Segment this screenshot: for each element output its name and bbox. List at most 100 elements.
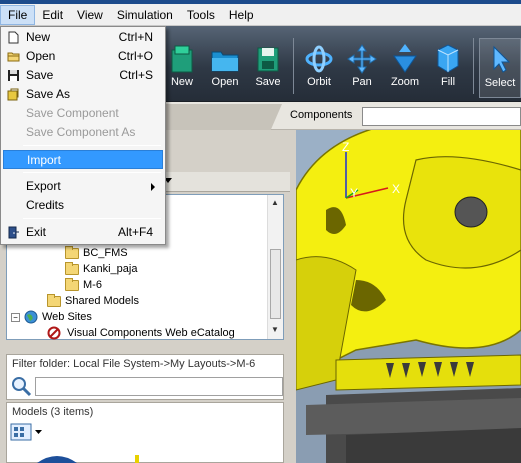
select-cursor-icon bbox=[493, 45, 511, 73]
save-disk-icon bbox=[257, 47, 279, 72]
toolbar-zoom-button[interactable]: Zoom bbox=[383, 38, 427, 98]
folder-icon bbox=[65, 261, 79, 275]
menu-item-shortcut: Ctrl+N bbox=[118, 30, 153, 44]
robot-model-render bbox=[296, 130, 521, 463]
tree-item[interactable]: − Web Sites bbox=[11, 309, 92, 325]
menu-edit[interactable]: Edit bbox=[35, 5, 70, 25]
toolbar-save-button[interactable]: Save bbox=[246, 38, 290, 98]
tree-scrollbar[interactable]: ▲ ▼ bbox=[267, 195, 283, 339]
menu-separator bbox=[23, 172, 161, 173]
toolbar-fill-button[interactable]: Fill bbox=[426, 38, 470, 98]
scroll-up-icon[interactable]: ▲ bbox=[271, 198, 279, 207]
menu-item-save[interactable]: Save Ctrl+S bbox=[3, 66, 163, 85]
toolbar-open-label: Open bbox=[211, 76, 239, 88]
toolbar-separator bbox=[293, 38, 294, 94]
blocked-icon bbox=[47, 326, 61, 340]
menu-item-label: Exit bbox=[26, 225, 47, 239]
menu-item-shortcut: Ctrl+O bbox=[117, 49, 153, 63]
toolbar-save-label: Save bbox=[255, 76, 281, 88]
tree-item-label: BC_FMS bbox=[83, 247, 128, 259]
menu-item-exit[interactable]: Exit Alt+F4 bbox=[3, 223, 163, 242]
filter-input[interactable] bbox=[35, 377, 283, 396]
toolbar-orbit-button[interactable]: Orbit bbox=[297, 38, 341, 98]
toolbar-open-button[interactable]: Open bbox=[203, 38, 247, 98]
menu-view[interactable]: View bbox=[70, 5, 110, 25]
menu-item-import[interactable]: Import bbox=[3, 150, 163, 169]
search-icon[interactable] bbox=[10, 375, 32, 397]
open-folder-icon bbox=[7, 52, 20, 62]
menu-item-export[interactable]: Export bbox=[3, 177, 163, 196]
3d-viewport[interactable]: Z Y X bbox=[296, 130, 521, 463]
scroll-down-icon[interactable]: ▼ bbox=[271, 325, 279, 334]
scrollbar-thumb[interactable] bbox=[270, 249, 281, 319]
file-menu-dropdown: New Ctrl+N Open Ctrl+O Save Ctrl+S Save … bbox=[0, 26, 166, 245]
menu-item-save-component[interactable]: Save Component bbox=[3, 104, 163, 123]
menu-simulation[interactable]: Simulation bbox=[110, 5, 180, 25]
menu-separator bbox=[23, 145, 161, 146]
tree-item[interactable]: Visual Components Web eCatalog bbox=[47, 325, 235, 341]
tree-item-label: Shared Models bbox=[65, 295, 139, 307]
toolbar-new-label: New bbox=[170, 76, 193, 88]
axis-y-label: Y bbox=[350, 186, 359, 200]
toolbar-new-button[interactable]: New bbox=[160, 38, 204, 98]
tree-item[interactable]: BC_FMS bbox=[65, 245, 128, 261]
menu-item-open[interactable]: Open Ctrl+O bbox=[3, 47, 163, 66]
toolbar-separator bbox=[473, 38, 474, 94]
filter-folder-label: Filter folder: Local File System->My Lay… bbox=[12, 358, 256, 370]
menu-help[interactable]: Help bbox=[222, 5, 261, 25]
menu-bar: File Edit View Simulation Tools Help bbox=[0, 4, 521, 26]
toolbar-fill-label: Fill bbox=[440, 76, 456, 88]
toolbar-pan-button[interactable]: Pan bbox=[340, 38, 384, 98]
menu-item-label: Import bbox=[27, 153, 62, 167]
model-thumbnail-icon bbox=[37, 455, 139, 463]
menu-item-label: Credits bbox=[26, 198, 65, 212]
toolbar-select-label: Select bbox=[484, 77, 516, 89]
menu-file[interactable]: File bbox=[0, 4, 36, 25]
toolbar-zoom-label: Zoom bbox=[390, 76, 420, 88]
tree-item-label: Visual Components Web eCatalog bbox=[67, 327, 235, 339]
menu-item-save-as[interactable]: Save As bbox=[3, 85, 163, 104]
floppy-disk-icon bbox=[8, 70, 19, 81]
save-as-icon bbox=[7, 88, 19, 101]
tree-item[interactable]: Kanki_paja bbox=[65, 261, 137, 277]
globe-icon bbox=[24, 310, 38, 324]
components-search-input[interactable] bbox=[362, 107, 521, 126]
folder-icon bbox=[65, 245, 79, 259]
axis-z-label: Z bbox=[342, 140, 350, 154]
folder-icon bbox=[65, 277, 79, 291]
folder-icon bbox=[47, 293, 61, 307]
new-layout-icon bbox=[171, 45, 193, 73]
menu-item-new[interactable]: New Ctrl+N bbox=[3, 28, 163, 47]
menu-item-label: Open bbox=[26, 49, 56, 63]
axis-x-label: X bbox=[392, 182, 401, 196]
fill-icon bbox=[437, 44, 459, 73]
menu-tools[interactable]: Tools bbox=[180, 5, 222, 25]
view-mode-icon[interactable] bbox=[10, 423, 44, 441]
tree-item[interactable]: M-6 bbox=[65, 277, 102, 293]
menu-item-shortcut: Alt+F4 bbox=[117, 225, 153, 239]
models-count-label: Models (3 items) bbox=[12, 406, 94, 418]
menu-item-credits[interactable]: Credits bbox=[3, 196, 163, 215]
toolbar-pan-label: Pan bbox=[352, 76, 372, 88]
toolbar-orbit-label: Orbit bbox=[307, 76, 331, 88]
open-folder-icon bbox=[211, 51, 239, 72]
menu-item-label: Save Component As bbox=[26, 125, 136, 139]
tree-item-label: Web Sites bbox=[42, 311, 92, 323]
components-label: Components bbox=[290, 109, 353, 121]
menu-item-label: Save Component bbox=[26, 106, 119, 120]
models-panel: Models (3 items) bbox=[6, 402, 284, 463]
toolbar-select-button[interactable]: Select bbox=[479, 38, 521, 98]
filter-panel: Filter folder: Local File System->My Lay… bbox=[6, 354, 284, 400]
tree-item[interactable]: Shared Models bbox=[47, 293, 139, 309]
menu-item-label: Save As bbox=[26, 87, 71, 101]
new-file-icon bbox=[8, 31, 19, 44]
menu-item-save-component-as[interactable]: Save Component As bbox=[3, 123, 163, 142]
tree-item-label: Kanki_paja bbox=[83, 263, 138, 275]
menu-item-label: Export bbox=[26, 179, 61, 193]
menu-item-label: New bbox=[26, 30, 51, 44]
orbit-icon bbox=[305, 45, 333, 73]
menu-separator bbox=[23, 218, 161, 219]
menu-item-shortcut: Ctrl+S bbox=[119, 68, 153, 82]
zoom-icon bbox=[393, 44, 417, 73]
collapse-toggle-icon[interactable]: − bbox=[11, 312, 20, 322]
